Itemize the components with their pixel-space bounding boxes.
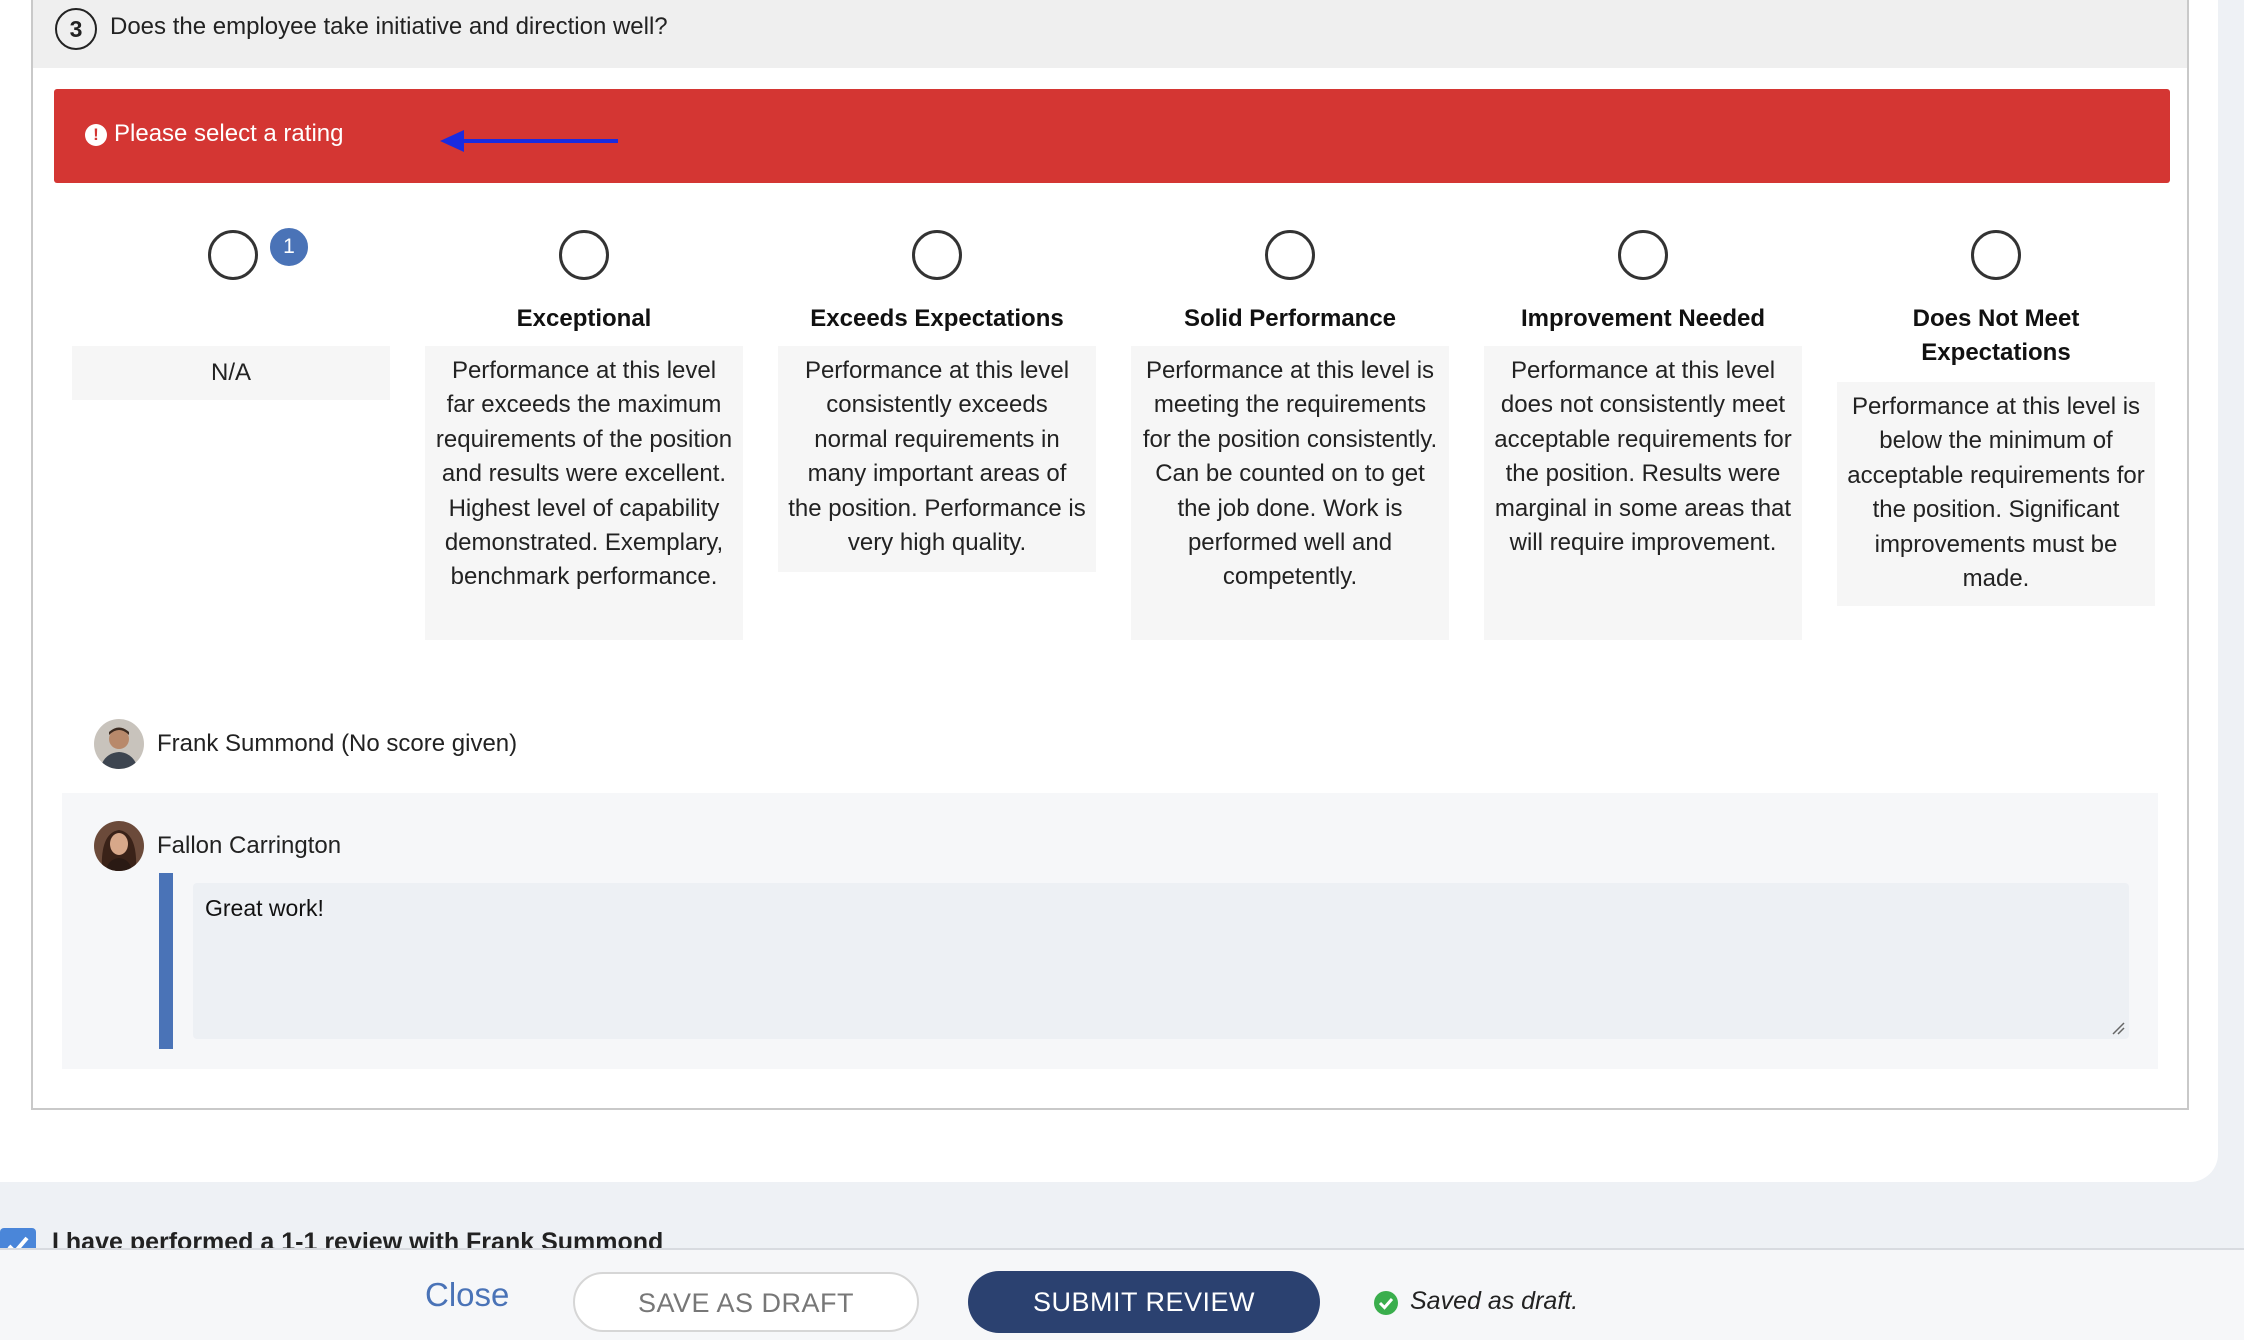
comment-textarea[interactable]: Great work! — [193, 883, 2129, 1039]
confirmation-checkbox[interactable] — [0, 1228, 36, 1248]
rating-description-solid: Performance at this level is meeting the… — [1131, 346, 1449, 640]
save-as-draft-button[interactable]: SAVE AS DRAFT — [573, 1272, 919, 1332]
avatar-fallon — [94, 821, 144, 871]
rating-description-improvement: Performance at this level does not consi… — [1484, 346, 1802, 640]
rating-radio-solid[interactable] — [1265, 230, 1315, 280]
rating-description-exceeds: Performance at this level consistently e… — [778, 346, 1096, 572]
question-number: 3 — [55, 8, 97, 50]
rating-title-improvement: Improvement Needed — [1520, 305, 1766, 332]
action-footer: Close SAVE AS DRAFT SUBMIT REVIEW Saved … — [0, 1248, 2244, 1340]
rating-description-na: N/A — [72, 346, 390, 400]
rating-title-exceeds: Exceeds Expectations — [810, 305, 1064, 332]
rating-title-solid: Solid Performance — [1183, 305, 1397, 332]
rating-radio-exceeds[interactable] — [912, 230, 962, 280]
rating-radio-na[interactable] — [208, 230, 258, 280]
submit-review-button[interactable]: SUBMIT REVIEW — [968, 1271, 1320, 1333]
confirmation-row: I have performed a 1-1 review with Frank… — [0, 1226, 2244, 1248]
check-circle-icon — [1374, 1291, 1398, 1315]
manager-name: Fallon Carrington — [157, 832, 342, 859]
question-text: Does the employee take initiative and di… — [110, 13, 668, 40]
confirmation-label: I have performed a 1-1 review with Frank… — [52, 1228, 664, 1248]
rating-radio-does-not-meet[interactable] — [1971, 230, 2021, 280]
employee-name: Frank Summond (No score given) — [157, 730, 518, 757]
comment-quote-bar — [159, 873, 173, 1049]
rating-radio-exceptional[interactable] — [559, 230, 609, 280]
check-icon — [7, 1236, 29, 1248]
arrow-left-icon — [440, 130, 618, 152]
alert-message: Please select a rating — [114, 120, 344, 147]
rating-description-does-not-meet: Performance at this level is below the m… — [1837, 382, 2155, 606]
rating-title-does-not-meet: Does Not Meet Expectations — [1912, 305, 2080, 366]
exclamation-circle-icon: ! — [85, 124, 107, 146]
rating-radio-improvement[interactable] — [1618, 230, 1668, 280]
rating-description-exceptional: Performance at this level far exceeds th… — [425, 346, 743, 640]
close-button[interactable]: Close — [425, 1276, 509, 1314]
question-header: 3 Does the employee take initiative and … — [33, 0, 2187, 68]
avatar-frank — [94, 719, 144, 769]
validation-alert: ! Please select a rating — [54, 89, 2170, 183]
annotation-badge: 1 — [268, 226, 310, 268]
saved-status: Saved as draft. — [1410, 1287, 1579, 1315]
resize-handle-icon[interactable] — [2111, 1021, 2125, 1035]
review-card: 3 Does the employee take initiative and … — [0, 0, 2218, 1182]
rating-title-exceptional: Exceptional — [516, 305, 652, 332]
comment-text: Great work! — [205, 895, 324, 921]
